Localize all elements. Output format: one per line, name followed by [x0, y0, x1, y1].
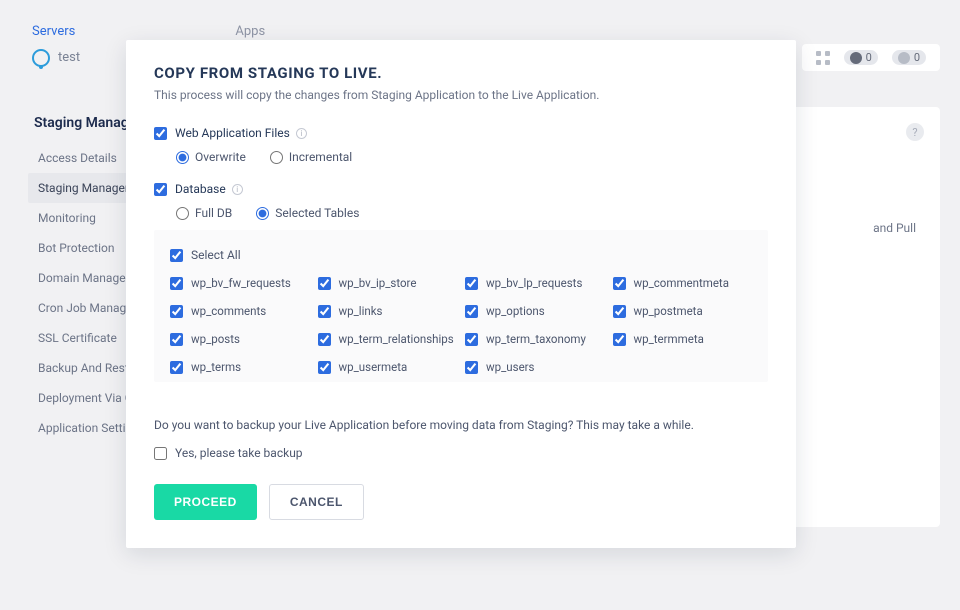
- table-item[interactable]: wp_bv_fw_requests: [170, 276, 310, 290]
- table-item[interactable]: wp_options: [465, 304, 605, 318]
- table-label: wp_bv_lp_requests: [486, 276, 582, 290]
- table-label: wp_comments: [191, 304, 266, 318]
- backup-question: Do you want to backup your Live Applicat…: [154, 418, 768, 432]
- table-item[interactable]: wp_bv_ip_store: [318, 276, 458, 290]
- info-icon[interactable]: i: [232, 184, 243, 195]
- table-label: wp_bv_fw_requests: [191, 276, 291, 290]
- digitalocean-icon: [32, 49, 50, 67]
- backup-checkbox[interactable]: [154, 447, 167, 460]
- proceed-button[interactable]: PROCEED: [154, 484, 257, 520]
- radio-fulldb-label: Full DB: [195, 206, 232, 220]
- radio-selected-tables-label: Selected Tables: [275, 206, 359, 220]
- table-label: wp_commentmeta: [634, 276, 729, 290]
- table-item[interactable]: wp_bv_lp_requests: [465, 276, 605, 290]
- table-label: wp_bv_ip_store: [339, 276, 417, 290]
- modal-subtitle: This process will copy the changes from …: [154, 88, 768, 102]
- notif-count: 0: [866, 51, 872, 64]
- radio-incremental-label: Incremental: [289, 150, 352, 164]
- table-item[interactable]: wp_commentmeta: [613, 276, 753, 290]
- table-checkbox[interactable]: [465, 361, 478, 374]
- table-item[interactable]: wp_posts: [170, 332, 310, 346]
- table-checkbox[interactable]: [170, 333, 183, 346]
- tab-servers[interactable]: Servers: [32, 24, 75, 39]
- select-all-checkbox[interactable]: [170, 249, 183, 262]
- table-label: wp_links: [339, 304, 383, 318]
- table-label: wp_options: [486, 304, 545, 318]
- table-item[interactable]: wp_termmeta: [613, 332, 753, 346]
- table-item[interactable]: wp_postmeta: [613, 304, 753, 318]
- table-checkbox[interactable]: [170, 361, 183, 374]
- top-right-bar: 0 0: [802, 44, 940, 71]
- table-checkbox[interactable]: [318, 361, 331, 374]
- radio-fulldb-input[interactable]: [176, 207, 189, 220]
- table-checkbox[interactable]: [465, 333, 478, 346]
- table-item[interactable]: wp_links: [318, 304, 458, 318]
- webfiles-checkbox[interactable]: [154, 127, 167, 140]
- table-label: wp_posts: [191, 332, 240, 346]
- webfiles-label: Web Application Files: [175, 126, 290, 140]
- user-count: 0: [914, 51, 920, 64]
- table-label: wp_postmeta: [634, 304, 703, 318]
- close-circle-icon: [850, 52, 862, 64]
- radio-incremental-input[interactable]: [270, 151, 283, 164]
- grid-icon[interactable]: [816, 51, 830, 65]
- cancel-button[interactable]: CANCEL: [269, 484, 364, 520]
- table-label: wp_users: [486, 360, 535, 374]
- table-label: wp_usermeta: [339, 360, 408, 374]
- user-pill[interactable]: 0: [892, 50, 926, 65]
- backup-checkbox-row[interactable]: Yes, please take backup: [154, 446, 768, 460]
- select-all-row[interactable]: Select All: [170, 248, 752, 262]
- table-item[interactable]: wp_users: [465, 360, 605, 374]
- table-checkbox[interactable]: [318, 305, 331, 318]
- radio-overwrite-input[interactable]: [176, 151, 189, 164]
- person-icon: [898, 52, 910, 64]
- backup-checkbox-label: Yes, please take backup: [175, 446, 303, 460]
- table-item[interactable]: wp_terms: [170, 360, 310, 374]
- select-all-label: Select All: [191, 248, 241, 262]
- table-checkbox[interactable]: [318, 333, 331, 346]
- staging-copy-modal: COPY FROM STAGING TO LIVE. This process …: [126, 40, 796, 548]
- table-checkbox[interactable]: [465, 305, 478, 318]
- table-checkbox[interactable]: [170, 305, 183, 318]
- table-checkbox[interactable]: [613, 305, 626, 318]
- table-item[interactable]: wp_term_taxonomy: [465, 332, 605, 346]
- table-label: wp_terms: [191, 360, 241, 374]
- table-checkbox[interactable]: [613, 333, 626, 346]
- radio-fulldb[interactable]: Full DB: [176, 206, 232, 220]
- table-checkbox[interactable]: [170, 277, 183, 290]
- radio-selected-tables[interactable]: Selected Tables: [256, 206, 359, 220]
- table-label: wp_term_taxonomy: [486, 332, 586, 346]
- table-label: wp_term_relationships: [339, 332, 454, 346]
- table-item[interactable]: wp_usermeta: [318, 360, 458, 374]
- modal-title: COPY FROM STAGING TO LIVE.: [154, 64, 768, 82]
- table-item[interactable]: wp_comments: [170, 304, 310, 318]
- database-label: Database: [175, 182, 226, 196]
- table-checkbox[interactable]: [465, 277, 478, 290]
- server-name: test: [58, 50, 80, 65]
- table-checkbox[interactable]: [318, 277, 331, 290]
- radio-selected-tables-input[interactable]: [256, 207, 269, 220]
- tab-apps[interactable]: Apps: [235, 24, 265, 39]
- table-label: wp_termmeta: [634, 332, 704, 346]
- info-icon[interactable]: i: [296, 128, 307, 139]
- tables-box: Select All wp_bv_fw_requests wp_bv_ip_sto…: [154, 230, 768, 382]
- radio-incremental[interactable]: Incremental: [270, 150, 352, 164]
- radio-overwrite[interactable]: Overwrite: [176, 150, 246, 164]
- notifications-pill[interactable]: 0: [844, 50, 878, 65]
- help-icon[interactable]: ?: [906, 123, 924, 141]
- table-item[interactable]: wp_term_relationships: [318, 332, 458, 346]
- database-checkbox[interactable]: [154, 183, 167, 196]
- radio-overwrite-label: Overwrite: [195, 150, 246, 164]
- table-checkbox[interactable]: [613, 277, 626, 290]
